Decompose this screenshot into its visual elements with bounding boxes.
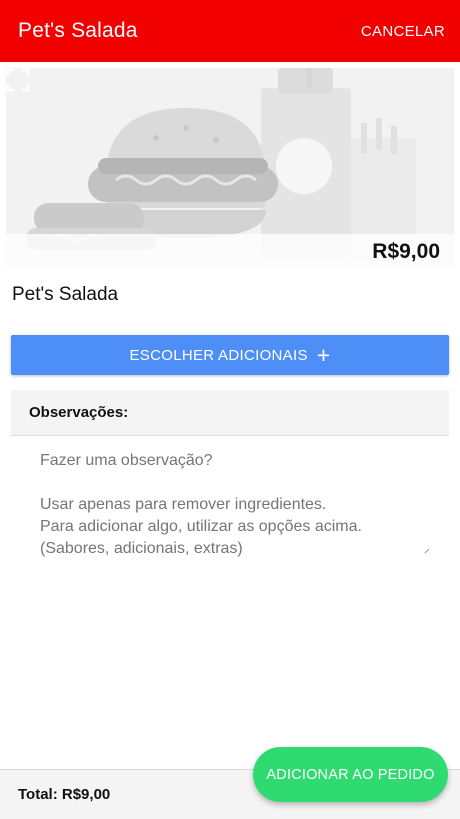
product-price: R$9,00 [372, 240, 440, 263]
observation-input[interactable] [40, 450, 430, 560]
choose-addons-button[interactable]: ESCOLHER ADICIONAIS + [11, 335, 449, 375]
observations-header: Observações: [11, 390, 449, 436]
page-title: Pet's Salada [18, 19, 138, 42]
product-image: R$9,00 [6, 68, 454, 268]
order-total: Total: R$9,00 [18, 786, 111, 803]
add-to-order-button[interactable]: ADICIONAR AO PEDIDO [253, 747, 448, 802]
product-name: Pet's Salada [12, 284, 119, 305]
app-bar: Pet's Salada CANCELAR [0, 0, 460, 62]
resize-handle-icon[interactable] [424, 548, 430, 554]
plus-icon: + [316, 341, 331, 368]
choose-addons-label: ESCOLHER ADICIONAIS [129, 346, 308, 364]
fullscreen-icon[interactable] [6, 68, 30, 92]
cancel-button[interactable]: CANCELAR [361, 23, 445, 40]
